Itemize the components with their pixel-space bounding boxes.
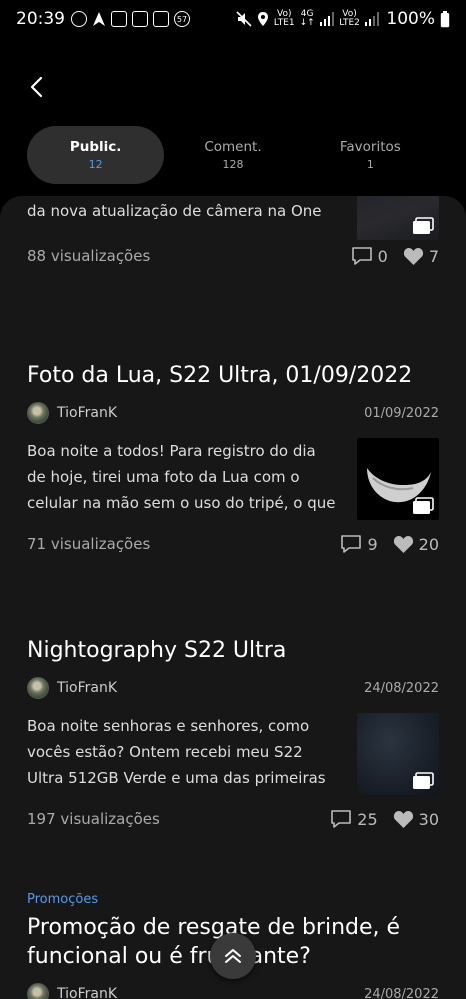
avatar[interactable]	[27, 983, 49, 999]
lte2-label: LTE2	[339, 18, 360, 28]
like-count: 20	[418, 534, 439, 554]
whatsapp-icon	[71, 11, 87, 27]
comment-count: 0	[377, 246, 388, 266]
post-body: Boa noite senhoras e senhores, como você…	[27, 713, 439, 795]
news-icon	[153, 11, 169, 27]
tab-comments[interactable]: Coment. 128	[164, 126, 301, 184]
post-meta: TioFranK 24/08/2022	[27, 675, 439, 701]
heart-icon	[393, 535, 413, 553]
multiple-images-icon	[413, 217, 434, 234]
tab-count: 1	[366, 158, 374, 171]
post-stats: 88 visualizações 0 7	[27, 246, 439, 266]
comment-count: 25	[357, 809, 378, 829]
chevron-left-icon	[30, 76, 43, 98]
multiple-images-icon	[413, 772, 434, 789]
heart-icon	[393, 810, 413, 828]
comment-icon	[351, 247, 372, 265]
view-count: 88 visualizações	[27, 247, 151, 265]
post-date: 24/08/2022	[364, 986, 439, 999]
signal-2-icon	[364, 12, 380, 26]
mute-icon	[236, 11, 252, 27]
badge-icon: 57	[174, 11, 190, 27]
author-name[interactable]: TioFranK	[57, 680, 117, 696]
tab-favorites[interactable]: Favoritos 1	[302, 126, 439, 184]
tab-publications[interactable]: Public. 12	[27, 126, 165, 184]
multiple-images-icon	[413, 497, 434, 514]
lte1-label: LTE1	[273, 18, 295, 28]
gallery-icon	[111, 11, 127, 27]
profile-tabs: Public. 12 Coment. 128 Favoritos 1	[27, 126, 439, 184]
heart-icon	[403, 247, 423, 265]
status-time: 20:39	[16, 9, 65, 29]
post-excerpt: Boa noite senhoras e senhores, como você…	[27, 717, 326, 787]
like-count: 7	[428, 246, 439, 266]
view-count: 197 visualizações	[27, 810, 160, 828]
post-card[interactable]: Como estão? Venho trazer alguns testes d…	[27, 196, 439, 266]
battery-level: 100%	[386, 9, 435, 29]
post-title: Nightography S22 Ultra	[27, 638, 287, 663]
comment-icon	[341, 535, 362, 553]
system-icons: Vo) LTE1 4G ↓↑ Vo) LTE2 100%	[236, 9, 450, 29]
location-icon	[257, 12, 268, 26]
post-card[interactable]: Foto da Lua, S22 Ultra, 01/09/2022 TioFr…	[27, 361, 439, 554]
avatar[interactable]	[27, 677, 49, 699]
status-bar: 20:39 57 Vo) LTE1 4G ↓↑ Vo) LTE2 100%	[0, 0, 466, 38]
tab-count: 12	[88, 158, 103, 171]
author-name[interactable]: TioFranK	[57, 986, 117, 999]
post-category[interactable]: Promoções	[27, 892, 439, 907]
avatar[interactable]	[27, 402, 49, 424]
post-meta: TioFranK 24/08/2022	[27, 981, 439, 999]
post-date: 01/09/2022	[364, 405, 439, 421]
comment-count: 9	[367, 534, 378, 554]
post-date: 24/08/2022	[364, 680, 439, 696]
post-stats: 71 visualizações 9 20	[27, 534, 439, 554]
network-4g: 4G ↓↑	[299, 9, 315, 28]
post-title: Foto da Lua, S22 Ultra, 01/09/2022	[27, 363, 413, 388]
post-body: Como estão? Venho trazer alguns testes d…	[27, 196, 439, 240]
back-button[interactable]	[22, 70, 50, 104]
view-count: 71 visualizações	[27, 535, 151, 553]
battery-icon	[440, 10, 450, 27]
like-count: 30	[418, 809, 439, 829]
scroll-to-top-button[interactable]	[210, 933, 256, 979]
tab-label: Coment.	[204, 139, 262, 155]
author-name[interactable]: TioFranK	[57, 405, 117, 421]
tab-label: Public.	[69, 139, 122, 155]
notification-icons: 57	[71, 11, 190, 27]
post-thumbnail	[357, 438, 439, 520]
signal-1-icon	[319, 12, 335, 26]
volte-lte2: Vo) LTE2	[339, 10, 360, 28]
badge-count: 57	[176, 14, 188, 24]
volte-lte1: Vo) LTE1	[274, 10, 295, 28]
tab-label: Favoritos	[339, 139, 401, 155]
calendar-icon	[132, 11, 148, 27]
post-body: Boa noite a todos! Para registro do dia …	[27, 438, 439, 520]
post-card[interactable]: Nightography S22 Ultra TioFranK 24/08/20…	[27, 636, 439, 829]
post-excerpt: Como estão? Venho trazer alguns testes d…	[27, 202, 322, 220]
navigation-arrow-icon	[93, 12, 105, 26]
tab-count: 128	[222, 158, 244, 171]
post-stats: 197 visualizações 25 30	[27, 809, 439, 829]
post-thumbnail	[357, 713, 439, 795]
posts-list: Como estão? Venho trazer alguns testes d…	[0, 196, 466, 999]
post-meta: TioFranK 01/09/2022	[27, 400, 439, 426]
post-excerpt: Boa noite a todos! Para registro do dia …	[27, 442, 336, 512]
double-chevron-up-icon	[225, 949, 241, 963]
post-thumbnail	[357, 196, 439, 240]
comment-icon	[331, 810, 352, 828]
